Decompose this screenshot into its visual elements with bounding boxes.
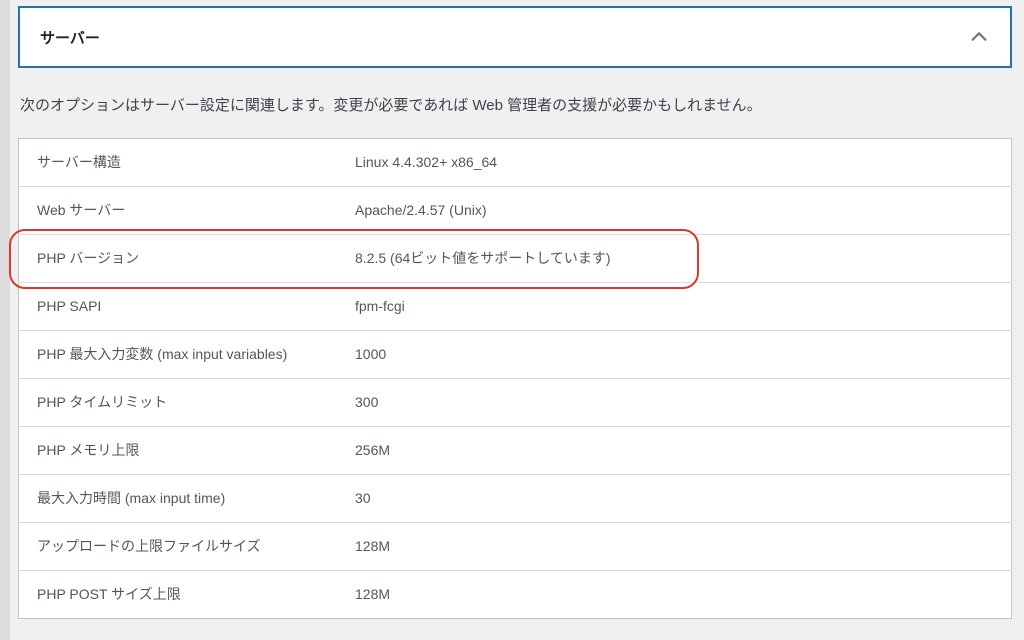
- server-info-table: サーバー構造 Linux 4.4.302+ x86_64 Web サーバー Ap…: [18, 138, 1012, 619]
- table-row: アップロードの上限ファイルサイズ 128M: [19, 523, 1012, 571]
- cell-label: PHP バージョン: [19, 235, 338, 283]
- cell-label: PHP メモリ上限: [19, 427, 338, 475]
- left-gutter: [0, 0, 10, 640]
- cell-value: Linux 4.4.302+ x86_64: [337, 139, 1012, 187]
- cell-label: PHP POST サイズ上限: [19, 571, 338, 619]
- cell-label: アップロードの上限ファイルサイズ: [19, 523, 338, 571]
- cell-label: サーバー構造: [19, 139, 338, 187]
- table-row: サーバー構造 Linux 4.4.302+ x86_64: [19, 139, 1012, 187]
- table-row: PHP メモリ上限 256M: [19, 427, 1012, 475]
- cell-value: fpm-fcgi: [337, 283, 1012, 331]
- table-row: 最大入力時間 (max input time) 30: [19, 475, 1012, 523]
- chevron-up-icon: [968, 26, 990, 48]
- cell-value: 256M: [337, 427, 1012, 475]
- cell-value: 300: [337, 379, 1012, 427]
- cell-value: 30: [337, 475, 1012, 523]
- panel-content: サーバー 次のオプションはサーバー設定に関連します。変更が必要であれば Web …: [18, 6, 1012, 619]
- table-row: PHP バージョン 8.2.5 (64ビット値をサポートしています): [19, 235, 1012, 283]
- table-row: PHP タイムリミット 300: [19, 379, 1012, 427]
- panel-title: サーバー: [40, 27, 100, 48]
- table-row: Web サーバー Apache/2.4.57 (Unix): [19, 187, 1012, 235]
- panel-header-server[interactable]: サーバー: [18, 6, 1012, 68]
- cell-value: 8.2.5 (64ビット値をサポートしています): [337, 235, 1012, 283]
- cell-label: PHP SAPI: [19, 283, 338, 331]
- table-row: PHP 最大入力変数 (max input variables) 1000: [19, 331, 1012, 379]
- panel-description: 次のオプションはサーバー設定に関連します。変更が必要であれば Web 管理者の支…: [20, 94, 1010, 118]
- cell-label: PHP タイムリミット: [19, 379, 338, 427]
- cell-value: 128M: [337, 523, 1012, 571]
- cell-value: 128M: [337, 571, 1012, 619]
- cell-value: Apache/2.4.57 (Unix): [337, 187, 1012, 235]
- cell-value: 1000: [337, 331, 1012, 379]
- cell-label: Web サーバー: [19, 187, 338, 235]
- cell-label: 最大入力時間 (max input time): [19, 475, 338, 523]
- table-row: PHP SAPI fpm-fcgi: [19, 283, 1012, 331]
- cell-label: PHP 最大入力変数 (max input variables): [19, 331, 338, 379]
- table-row: PHP POST サイズ上限 128M: [19, 571, 1012, 619]
